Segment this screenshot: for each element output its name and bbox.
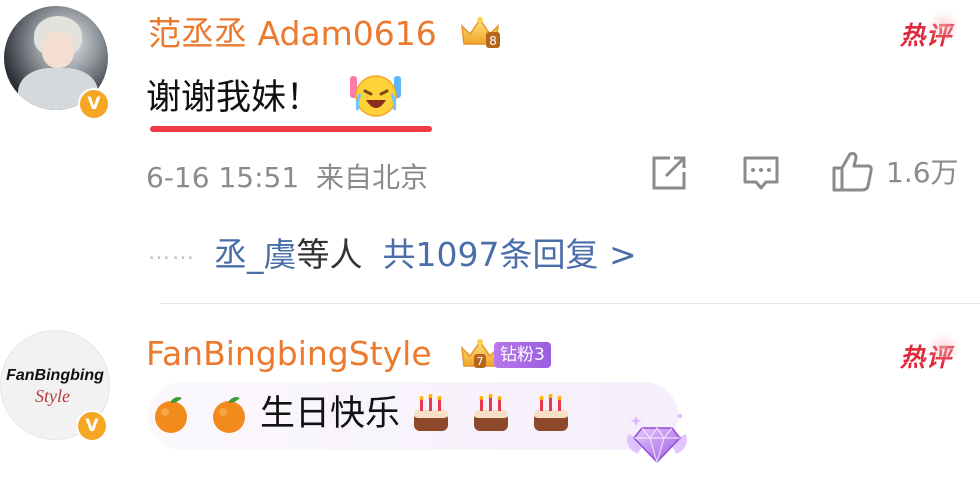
- highlight-underline: [150, 126, 432, 132]
- verified-v-icon: V: [78, 88, 110, 120]
- like-button[interactable]: 1.6万: [828, 148, 959, 194]
- like-count: 1.6万: [886, 156, 959, 189]
- reply-dots: ……: [148, 239, 196, 265]
- diamond-fan-icon: [627, 412, 687, 465]
- cake-icon: [414, 394, 449, 431]
- crown-level: 7: [477, 355, 484, 368]
- tangerine-icon: [155, 397, 187, 433]
- reply-username[interactable]: 丞_虞: [214, 228, 297, 276]
- comment-text: 谢谢我妹！: [146, 78, 322, 118]
- divider: [160, 303, 980, 304]
- avatar-text-style: Style: [35, 386, 70, 406]
- tangerine-icon: [213, 397, 245, 433]
- comment-icon[interactable]: [740, 152, 782, 194]
- comment-text: 生日快乐: [260, 394, 401, 434]
- avatar-text-brand: FanBingbing: [6, 367, 104, 384]
- hot-comment-badge: 热评: [900, 332, 961, 374]
- share-icon[interactable]: [648, 152, 690, 194]
- comment-content: 生日快乐: [150, 392, 572, 436]
- laughing-crying-emoji-icon: [350, 75, 401, 117]
- timestamp: 6-16 15:51: [146, 161, 300, 194]
- thumbs-up-icon: [832, 152, 873, 192]
- cake-icon: [534, 394, 569, 431]
- username[interactable]: FanBingbingStyle: [146, 334, 432, 374]
- view-replies-link[interactable]: 共1097条回复 >: [383, 228, 637, 276]
- verified-v-icon: V: [76, 410, 108, 442]
- fan-level-badge: 钻粉3: [494, 342, 551, 368]
- reply-suffix: 等人: [296, 235, 363, 274]
- cake-icon: [474, 394, 509, 431]
- username[interactable]: 范丞丞 Adam0616: [148, 14, 437, 54]
- crown-level: 8: [489, 34, 497, 48]
- replies-row[interactable]: …… 丞_虞 等人 共1097条回复 >: [148, 228, 637, 276]
- crown-badge-icon: 8: [461, 17, 500, 48]
- hot-comment-badge: 热评: [900, 10, 961, 52]
- comment-timestamp: 6-16 15:51 来自北京: [146, 156, 428, 196]
- location: 来自北京: [316, 161, 429, 194]
